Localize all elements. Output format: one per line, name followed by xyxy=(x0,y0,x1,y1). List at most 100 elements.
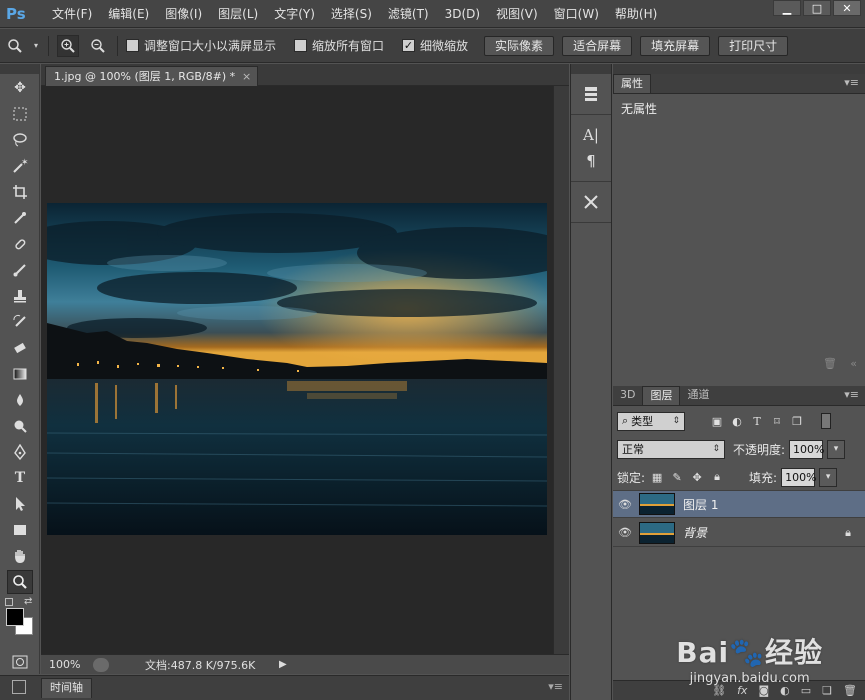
rectangle-tool-icon[interactable] xyxy=(7,518,33,542)
eraser-tool-icon[interactable] xyxy=(7,336,33,360)
pixel-filter-icon[interactable]: ▣ xyxy=(709,413,725,429)
menu-help[interactable]: 帮助(H) xyxy=(607,0,665,28)
menu-layer[interactable]: 图层(L) xyxy=(210,0,266,28)
layer-row[interactable]: 👁︎ 图层 1 xyxy=(613,490,865,518)
collapse-icon[interactable]: « xyxy=(850,357,857,370)
document-tab[interactable]: 1.jpg @ 100% (图层 1, RGB/8#) * × xyxy=(45,66,259,86)
menu-window[interactable]: 窗口(W) xyxy=(546,0,607,28)
tab-timeline[interactable]: 时间轴 xyxy=(41,678,92,698)
status-info-icon[interactable] xyxy=(93,657,109,672)
foreground-color-swatch[interactable] xyxy=(6,608,24,626)
zoom-out-button[interactable] xyxy=(87,35,109,57)
zoom-all-windows-checkbox[interactable]: 缩放所有窗口 xyxy=(294,37,384,54)
move-tool-icon[interactable]: ✥ xyxy=(7,76,33,100)
visibility-eye-icon[interactable]: 👁︎ xyxy=(613,526,637,539)
adjustment-filter-icon[interactable]: ◐ xyxy=(729,413,745,429)
menu-filter[interactable]: 滤镜(T) xyxy=(380,0,437,28)
brush-presets-icon[interactable] xyxy=(577,190,605,214)
quick-mask-icon[interactable] xyxy=(7,650,33,674)
layer-style-icon[interactable]: fx xyxy=(737,684,747,697)
document-image[interactable] xyxy=(47,203,547,535)
trash-icon[interactable]: 🗑 xyxy=(823,357,837,370)
character-icon[interactable]: A| xyxy=(577,123,605,147)
panel-menu-icon[interactable]: ▾≡ xyxy=(844,388,859,401)
toolbox-grip[interactable] xyxy=(0,64,39,74)
print-size-button[interactable]: 打印尺寸 xyxy=(718,35,789,56)
blend-mode-select[interactable]: 正常 ⇕ xyxy=(617,439,725,459)
healing-brush-tool-icon[interactable] xyxy=(7,232,33,256)
type-tool-icon[interactable]: T xyxy=(7,466,33,490)
minimize-button[interactable]: ▁ xyxy=(773,0,801,16)
canvas-area[interactable] xyxy=(41,86,553,654)
history-brush-tool-icon[interactable] xyxy=(7,310,33,334)
trash-icon[interactable]: 🗑 xyxy=(843,684,857,697)
dodge-tool-icon[interactable] xyxy=(7,414,33,438)
marquee-tool-icon[interactable] xyxy=(7,102,33,126)
blur-tool-icon[interactable] xyxy=(7,388,33,412)
default-colors-icon[interactable] xyxy=(5,598,13,606)
menu-type[interactable]: 文字(Y) xyxy=(266,0,323,28)
tab-layers[interactable]: 图层 xyxy=(642,386,681,405)
tab-channels[interactable]: 通道 xyxy=(680,386,716,405)
zoom-in-button[interactable] xyxy=(57,34,79,57)
opacity-dropdown-button[interactable]: ▾ xyxy=(827,439,846,459)
scrubby-zoom-checkbox[interactable]: ✓ 细微缩放 xyxy=(402,37,468,54)
lock-all-icon[interactable]: 🔒︎ xyxy=(709,469,725,485)
add-mask-icon[interactable]: ◙ xyxy=(758,684,769,697)
layer-name[interactable]: 背景 xyxy=(683,524,707,541)
magic-wand-tool-icon[interactable]: ✶ xyxy=(7,154,33,178)
lock-transparent-icon[interactable]: ▦ xyxy=(649,469,665,485)
shape-filter-icon[interactable]: ⌑ xyxy=(769,413,785,429)
zoom-level[interactable]: 100% xyxy=(41,658,93,671)
hand-tool-icon[interactable] xyxy=(7,544,33,568)
eyedropper-tool-icon[interactable] xyxy=(7,206,33,230)
vertical-scrollbar[interactable] xyxy=(553,86,569,654)
zoom-tool-icon[interactable] xyxy=(7,570,33,594)
paragraph-icon[interactable]: ¶ xyxy=(577,149,605,173)
panel-menu-icon[interactable]: ▾≡ xyxy=(844,76,859,89)
lock-image-icon[interactable]: ✎ xyxy=(669,469,685,485)
panel-menu-icon[interactable]: ▾≡ xyxy=(548,680,563,693)
crop-tool-icon[interactable] xyxy=(7,180,33,204)
check-icon[interactable]: ✓ xyxy=(402,39,416,52)
close-button[interactable]: ✕ xyxy=(833,0,861,16)
visibility-eye-icon[interactable]: 👁︎ xyxy=(613,498,637,511)
menu-file[interactable]: 文件(F) xyxy=(44,0,100,28)
menu-image[interactable]: 图像(I) xyxy=(157,0,210,28)
opacity-input[interactable]: 100% xyxy=(789,439,825,459)
chevron-down-icon[interactable]: ▾ xyxy=(32,37,40,55)
new-layer-icon[interactable]: ❏ xyxy=(822,684,832,697)
type-filter-icon[interactable]: T xyxy=(749,413,765,429)
fit-screen-button[interactable]: 适合屏幕 xyxy=(562,35,633,56)
tab-properties[interactable]: 属性 xyxy=(613,74,651,93)
gradient-tool-icon[interactable] xyxy=(7,362,33,386)
history-icon[interactable] xyxy=(577,82,605,106)
menu-edit[interactable]: 编辑(E) xyxy=(100,0,157,28)
dock-grip[interactable] xyxy=(571,64,611,74)
smart-object-filter-icon[interactable]: ❐ xyxy=(789,413,805,429)
play-arrow-icon[interactable]: ▶ xyxy=(279,659,287,670)
new-adjustment-icon[interactable]: ◐ xyxy=(780,684,790,697)
zoom-tool-preset-icon[interactable] xyxy=(6,37,24,55)
fill-dropdown-button[interactable]: ▾ xyxy=(819,467,838,487)
tab-3d[interactable]: 3D xyxy=(613,386,642,405)
maximize-button[interactable]: □ xyxy=(803,0,831,16)
lasso-tool-icon[interactable] xyxy=(7,128,33,152)
link-layers-icon[interactable]: ⛓ xyxy=(712,684,726,697)
layer-name[interactable]: 图层 1 xyxy=(683,496,718,513)
actual-pixels-button[interactable]: 实际像素 xyxy=(484,35,555,56)
menu-select[interactable]: 选择(S) xyxy=(323,0,380,28)
fill-input[interactable]: 100% xyxy=(781,467,817,487)
filter-toggle-icon[interactable] xyxy=(821,413,831,429)
new-group-icon[interactable]: ▭ xyxy=(801,684,811,697)
panel-grip[interactable] xyxy=(613,64,865,74)
layer-row[interactable]: 👁︎ 背景 🔒︎ xyxy=(613,519,865,547)
clone-stamp-tool-icon[interactable] xyxy=(7,284,33,308)
lock-position-icon[interactable]: ✥ xyxy=(689,469,705,485)
menu-3d[interactable]: 3D(D) xyxy=(437,0,488,28)
path-selection-tool-icon[interactable] xyxy=(7,492,33,516)
pen-tool-icon[interactable] xyxy=(7,440,33,464)
filter-kind-select[interactable]: ⌕ 类型 ⇕ xyxy=(617,411,685,431)
resize-windows-checkbox[interactable]: 调整窗口大小以满屏显示 xyxy=(126,37,276,54)
close-icon[interactable]: × xyxy=(242,67,251,86)
